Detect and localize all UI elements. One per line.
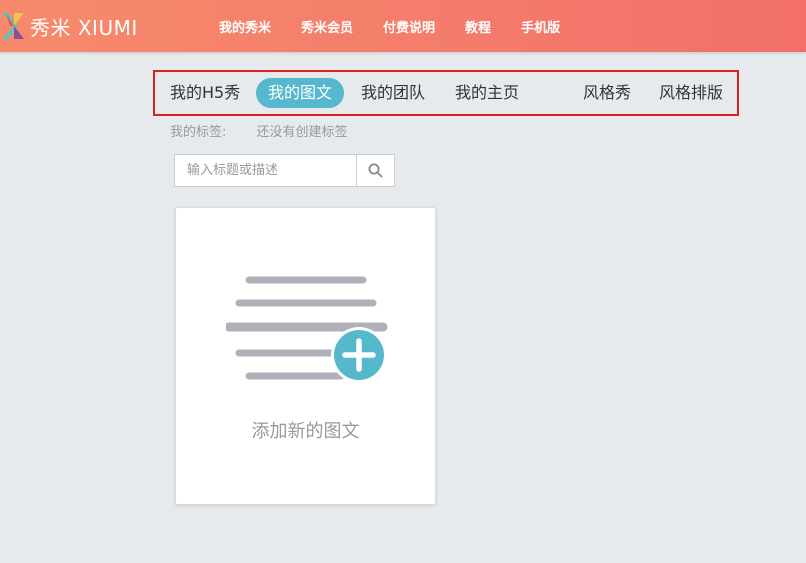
top-nav: 我的秀米 秀米会员 付费说明 教程 手机版 — [219, 0, 590, 52]
article-lines-icon — [226, 276, 388, 383]
tab-h5[interactable]: 我的H5秀 — [170, 78, 240, 108]
tags-empty-text: 还没有创建标签 — [256, 125, 348, 140]
nav-tutorial[interactable]: 教程 — [465, 17, 491, 36]
tags-label: 我的标签: — [170, 125, 227, 140]
tab-team[interactable]: 我的团队 — [361, 78, 425, 108]
search-icon — [368, 163, 383, 178]
search-input[interactable] — [175, 155, 356, 186]
search-box — [174, 154, 395, 187]
top-bar: 秀米 XIUMI 我的秀米 秀米会员 付费说明 教程 手机版 — [0, 0, 806, 52]
logo[interactable]: 秀米 XIUMI — [0, 7, 138, 45]
nav-mobile[interactable]: 手机版 — [521, 17, 560, 36]
tab-style-layout[interactable]: 风格排版 — [659, 78, 723, 108]
nav-membership[interactable]: 秀米会员 — [301, 17, 353, 36]
brand-name: 秀米 XIUMI — [30, 15, 138, 40]
tab-bar: 我的H5秀 我的图文 我的团队 我的主页 风格秀 风格排版 — [153, 70, 739, 116]
add-new-article-card[interactable]: 添加新的图文 — [175, 207, 436, 505]
tab-style-show[interactable]: 风格秀 — [583, 78, 631, 108]
tab-homepage[interactable]: 我的主页 — [455, 78, 519, 108]
add-plus-icon — [331, 327, 387, 383]
nav-payment-info[interactable]: 付费说明 — [383, 17, 435, 36]
nav-my-xiumi[interactable]: 我的秀米 — [219, 17, 271, 36]
xiumi-logo-icon — [2, 13, 24, 39]
tags-row: 我的标签: 还没有创建标签 — [170, 121, 348, 140]
tab-articles[interactable]: 我的图文 — [256, 78, 345, 108]
add-new-article-label: 添加新的图文 — [251, 421, 360, 442]
search-button[interactable] — [356, 155, 394, 186]
